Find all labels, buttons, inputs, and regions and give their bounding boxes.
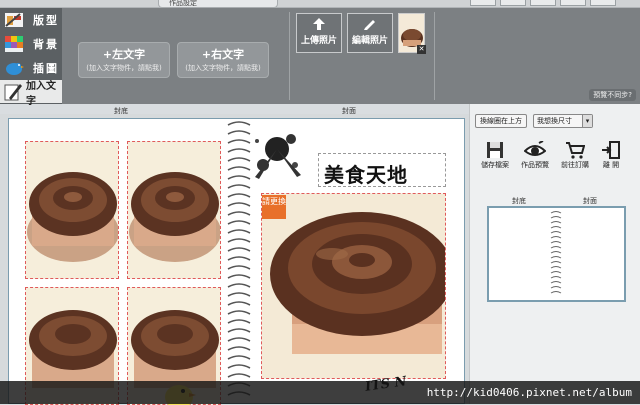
cover-photo-slot[interactable] [261,193,446,379]
book-canvas: 美食天地 請更換 ITS N [8,118,465,405]
right-panel: 換線圈在上方 我想換尺寸 ▾ 儲存檔案 作品預覽 前往訂購 離 開 封底 封面 [469,104,640,404]
add-right-text-button[interactable]: +右文字 (加入文字物件，請點我) [177,42,269,78]
upload-photo-button[interactable]: 上傳照片 [296,13,342,53]
top-control[interactable] [500,0,526,6]
save-icon [487,142,503,158]
exit-button[interactable]: 離 開 [596,141,626,171]
top-control[interactable] [530,0,556,6]
watermark-url: http://kid0406.pixnet.net/album [0,381,640,404]
settings-tab[interactable]: 作品設定 [158,0,278,8]
layout-icon [3,10,25,30]
save-button[interactable]: 儲存檔案 [480,141,510,171]
mini-book-preview[interactable] [487,206,626,302]
page-title[interactable]: 美食天地 [324,159,408,188]
exit-icon [602,141,620,159]
ink-splash-decoration [255,134,301,179]
mini-spiral-binding [550,211,562,294]
sidebar-item-layout[interactable]: 版型 [0,8,62,31]
cart-icon [566,142,585,159]
eye-icon [524,141,546,156]
upload-arrow-icon [313,18,325,30]
bird-icon [3,58,25,78]
pencil-icon [364,20,375,30]
mini-back-cover-label: 封底 [512,197,526,205]
top-control[interactable] [560,0,586,6]
divider [434,12,435,100]
spiral-binding [227,121,251,396]
divider [289,12,290,100]
sidebar: 版型 背景 插圖 加入文字 [0,8,62,107]
palette-icon [3,34,25,54]
pencil-page-icon [3,82,23,102]
size-select[interactable]: 我想換尺寸 ▾ [533,114,593,128]
photo-slot[interactable] [25,141,119,279]
preview-button[interactable]: 作品預覽 [520,141,550,171]
photo-slot[interactable] [127,141,221,279]
sidebar-item-background[interactable]: 背景 [0,32,62,55]
canvas-area: 美食天地 請更換 ITS N [0,114,469,405]
remove-photo-icon[interactable]: ✕ [417,45,426,54]
chevron-down-icon: ▾ [582,115,592,127]
order-button[interactable]: 前往訂購 [560,141,590,171]
switch-spiral-top-button[interactable]: 換線圈在上方 [475,114,527,128]
top-control[interactable] [590,0,616,6]
toolbar: +左文字 (加入文字物件，請點我) +右文字 (加入文字物件，請點我) 上傳照片… [62,8,640,104]
preview-sync-note[interactable]: 預覽不同步? [589,89,636,101]
edit-photo-button[interactable]: 編輯照片 [347,13,393,53]
sidebar-item-add-text[interactable]: 加入文字 [0,80,62,107]
top-control[interactable] [470,0,496,6]
add-left-text-button[interactable]: +左文字 (加入文字物件，請點我) [78,42,170,78]
mini-front-cover-label: 封面 [583,197,597,205]
change-photo-badge[interactable]: 請更換 [262,195,286,219]
top-strip: 作品設定 [0,0,640,8]
